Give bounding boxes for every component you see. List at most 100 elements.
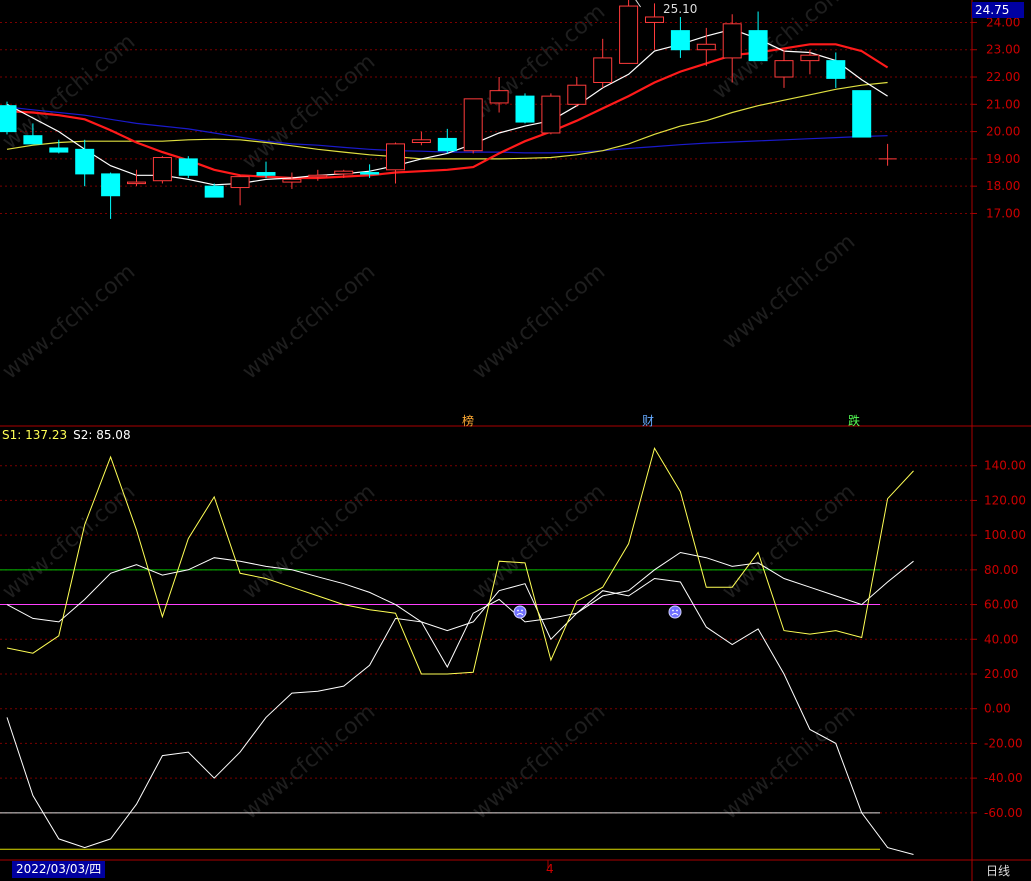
indicator-tick-label: -40.00 <box>984 771 1023 785</box>
candle-body <box>282 178 302 183</box>
watermark-text: www.cfchi.com <box>0 29 140 154</box>
candle[interactable] <box>515 93 535 124</box>
watermark-text: www.cfchi.com <box>238 259 380 384</box>
candle-body <box>411 139 431 144</box>
candle-body <box>437 137 457 152</box>
watermark-text: www.cfchi.com <box>718 699 860 824</box>
candle-body <box>334 170 354 175</box>
watermark-text: www.cfchi.com <box>718 229 860 354</box>
candle-body <box>619 5 639 64</box>
watermark-layer: www.cfchi.com www.cfchi.com www.cfchi.com w… <box>0 0 860 825</box>
indicator-tick-label: 0.00 <box>984 702 1011 716</box>
watermark-text: www.cfchi.com <box>718 479 860 604</box>
candle-body <box>774 60 794 78</box>
price-tick-label: 23.00 <box>986 43 1020 57</box>
price-tick-label: 18.00 <box>986 179 1020 193</box>
candle-body <box>593 57 613 83</box>
event-marker-drop[interactable]: 跌 <box>848 412 860 429</box>
candle-body <box>75 148 95 175</box>
indicator-tick-label: 80.00 <box>984 563 1018 577</box>
last-price-label: 24.75 <box>972 2 1024 18</box>
candle[interactable] <box>75 139 95 187</box>
sad-face-eye <box>521 609 523 612</box>
watermark-text: www.cfchi.com <box>468 259 610 384</box>
stock-chart[interactable]: www.cfchi.com www.cfchi.com www.cfchi.com w… <box>0 0 1031 881</box>
candle-body <box>852 90 872 138</box>
sad-face-eye <box>517 609 519 612</box>
event-marker-rank[interactable]: 榜 <box>462 412 474 429</box>
candle[interactable] <box>541 93 561 135</box>
candle[interactable] <box>593 38 613 88</box>
candle-body <box>515 95 535 123</box>
candle-body <box>308 174 328 178</box>
candle-body <box>49 147 69 153</box>
candle-body <box>541 95 561 134</box>
candle[interactable] <box>463 98 483 154</box>
candle[interactable] <box>437 128 457 154</box>
indicator-tick-label: -60.00 <box>984 806 1023 820</box>
watermark-text: www.cfchi.com <box>238 699 380 824</box>
candle[interactable] <box>411 131 431 146</box>
candle[interactable] <box>619 0 639 64</box>
candle[interactable] <box>645 3 664 50</box>
candle-body <box>256 172 276 176</box>
candle-body <box>101 173 121 197</box>
candle-body <box>722 23 742 59</box>
indicator-tick-label: 120.00 <box>984 493 1026 507</box>
candle-body <box>463 98 483 152</box>
price-tick-label: 17.00 <box>986 206 1020 220</box>
candle[interactable] <box>230 175 250 206</box>
candle-body <box>178 158 198 176</box>
price-tick-label: 20.00 <box>986 125 1020 139</box>
candle[interactable] <box>878 143 897 166</box>
candle[interactable] <box>101 172 121 219</box>
candle-body <box>748 30 768 62</box>
watermark-text: www.cfchi.com <box>468 479 610 604</box>
indicator-tick-label: 60.00 <box>984 598 1018 612</box>
candle-body <box>645 16 664 23</box>
candlesticks[interactable] <box>0 0 897 219</box>
candle-body <box>696 43 716 51</box>
month-marker: 4 <box>546 862 554 876</box>
candle-body <box>0 105 17 133</box>
candle-body <box>152 157 172 182</box>
candle[interactable] <box>152 156 172 184</box>
candle[interactable] <box>826 52 846 88</box>
candle-body <box>826 60 846 79</box>
indicator-axis: 140.00 120.00 100.00 80.00 60.00 40.00 20.00 0.… <box>972 459 1026 820</box>
price-axis: 24.0023.0022.0021.0020.0019.0018.0017.00 <box>972 15 1020 220</box>
indicator-tick-label: 140.00 <box>984 459 1026 473</box>
sad-face-circle <box>668 605 682 619</box>
candle[interactable] <box>178 156 198 178</box>
indicator-tick-label: -20.00 <box>984 736 1023 750</box>
peak-price-label: 25.10 <box>663 2 698 16</box>
indicator-tick-label: 100.00 <box>984 528 1026 542</box>
candle[interactable] <box>0 101 17 135</box>
candle[interactable] <box>748 11 768 62</box>
watermark-text: www.cfchi.com <box>468 0 610 125</box>
watermark-text: www.cfchi.com <box>238 479 380 604</box>
candle-body <box>567 84 587 105</box>
indicator-legend: S1: 137.23 S2: 85.08 <box>2 428 131 442</box>
candle-body <box>23 135 43 145</box>
s1-legend: S1: 137.23 <box>2 428 68 442</box>
sad-face-icon <box>513 605 527 619</box>
event-marker-finance[interactable]: 财 <box>642 412 654 429</box>
candle-body <box>489 90 509 104</box>
candle[interactable] <box>386 142 405 184</box>
sad-face-eye <box>672 609 674 612</box>
candle[interactable] <box>800 49 820 75</box>
candle[interactable] <box>127 169 146 187</box>
candle-body <box>230 176 250 189</box>
candle[interactable] <box>852 90 872 138</box>
candle[interactable] <box>670 16 690 58</box>
candle-body <box>800 54 820 62</box>
period-selector[interactable]: 日线 <box>986 862 1010 879</box>
s2-legend: S2: 85.08 <box>73 428 131 442</box>
sad-face-icon <box>668 605 682 619</box>
indicator-tick-label: 40.00 <box>984 632 1018 646</box>
candle[interactable] <box>204 183 224 198</box>
indicator-lines <box>0 447 914 855</box>
candle[interactable] <box>567 77 587 108</box>
candle-body <box>386 143 405 171</box>
